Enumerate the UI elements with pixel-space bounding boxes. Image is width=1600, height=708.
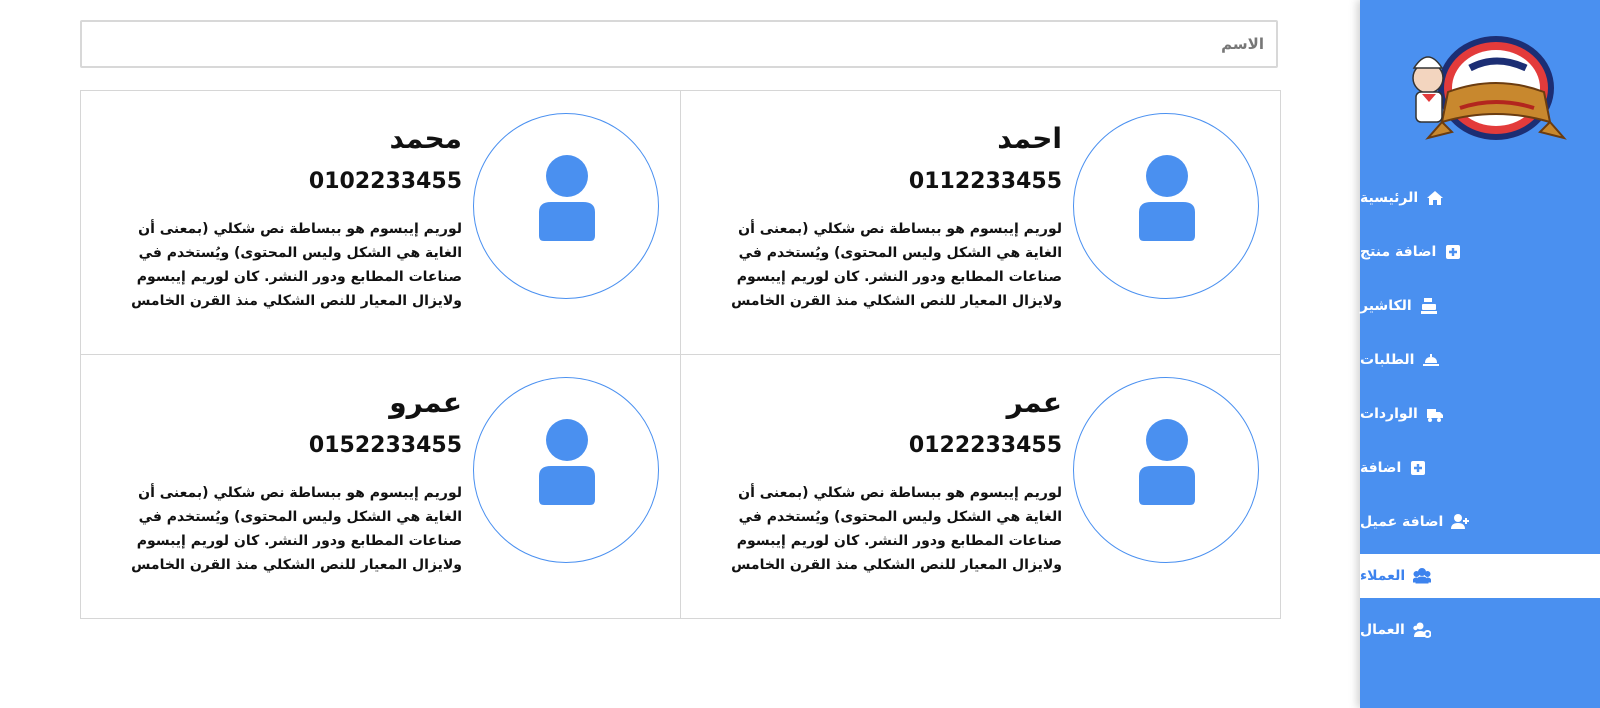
plus-square-icon xyxy=(1444,243,1462,261)
search-box xyxy=(80,20,1278,68)
avatar xyxy=(473,377,659,563)
sidebar-item-orders[interactable]: الطلبات xyxy=(1360,338,1600,382)
customer-name: عمر xyxy=(1006,386,1062,419)
sidebar-item-cashier[interactable]: الكاشير xyxy=(1360,284,1600,328)
avatar xyxy=(1073,113,1259,299)
sidebar-item-label: اضافة عميل xyxy=(1360,514,1444,530)
search-input[interactable] xyxy=(82,22,1276,66)
restaurant-logo[interactable] xyxy=(1398,34,1568,154)
user-icon xyxy=(1139,419,1195,505)
user-plus-icon xyxy=(1451,513,1470,531)
sidebar-item-add[interactable]: اضافة xyxy=(1360,446,1600,490)
sidebar-item-home[interactable]: الرئيسية xyxy=(1360,176,1600,220)
customer-phone: 0122233455 xyxy=(908,433,1062,458)
sidebar: الرئيسية اضافة منتج الكاشير الطلبات الوا… xyxy=(1360,0,1600,708)
customer-phone: 0152233455 xyxy=(308,433,462,458)
sidebar-item-imports[interactable]: الواردات xyxy=(1360,392,1600,436)
sidebar-item-label: الكاشير xyxy=(1360,298,1412,314)
user-icon xyxy=(539,419,595,505)
sidebar-item-label: اضافة xyxy=(1360,460,1402,476)
customer-description: لوريم إيبسوم هو ببساطة نص شكلي (بمعنى أن… xyxy=(731,221,1062,309)
customer-name: محمد xyxy=(389,122,462,155)
sidebar-item-label: العملاء xyxy=(1360,568,1406,584)
sidebar-item-label: الواردات xyxy=(1360,406,1418,422)
users-icon xyxy=(1413,567,1432,585)
customer-phone: 0102233455 xyxy=(308,169,462,194)
customer-description: لوريم إيبسوم هو ببساطة نص شكلي (بمعنى أن… xyxy=(131,221,462,309)
avatar xyxy=(473,113,659,299)
sidebar-item-add-product[interactable]: اضافة منتج xyxy=(1360,230,1600,274)
concierge-bell-icon xyxy=(1422,351,1440,369)
truck-loading-icon xyxy=(1426,405,1444,423)
customer-name: عمرو xyxy=(389,386,462,419)
customer-card[interactable]: احمد 0112233455 لوريم إيبسوم هو ببساطة ن… xyxy=(680,90,1281,355)
customer-description: لوريم إيبسوم هو ببساطة نص شكلي (بمعنى أن… xyxy=(731,485,1062,573)
sidebar-item-add-customer[interactable]: اضافة عميل xyxy=(1360,500,1600,544)
avatar xyxy=(1073,377,1259,563)
customer-card[interactable]: عمر 0122233455 لوريم إيبسوم هو ببساطة نص… xyxy=(680,354,1281,619)
plus-square-icon xyxy=(1409,459,1427,477)
sidebar-item-customers[interactable]: العملاء xyxy=(1360,554,1600,598)
sidebar-item-label: العمال xyxy=(1360,622,1405,638)
cash-register-icon xyxy=(1420,297,1438,315)
sidebar-nav: الرئيسية اضافة منتج الكاشير الطلبات الوا… xyxy=(1360,176,1600,662)
customer-phone: 0112233455 xyxy=(908,169,1062,194)
sidebar-item-label: اضافة منتج xyxy=(1360,244,1437,260)
home-icon xyxy=(1426,189,1444,207)
sidebar-item-label: الطلبات xyxy=(1360,352,1415,368)
sidebar-item-workers[interactable]: العمال xyxy=(1360,608,1600,652)
sidebar-item-label: الرئيسية xyxy=(1360,190,1419,206)
user-icon xyxy=(1139,155,1195,241)
customer-description: لوريم إيبسوم هو ببساطة نص شكلي (بمعنى أن… xyxy=(131,485,462,573)
customer-name: احمد xyxy=(997,122,1062,155)
customer-card[interactable]: محمد 0102233455 لوريم إيبسوم هو ببساطة ن… xyxy=(80,90,681,355)
customers-grid: محمد 0102233455 لوريم إيبسوم هو ببساطة ن… xyxy=(80,90,1281,619)
users-cog-icon xyxy=(1413,621,1431,639)
user-icon xyxy=(539,155,595,241)
customer-card[interactable]: عمرو 0152233455 لوريم إيبسوم هو ببساطة ن… xyxy=(80,354,681,619)
